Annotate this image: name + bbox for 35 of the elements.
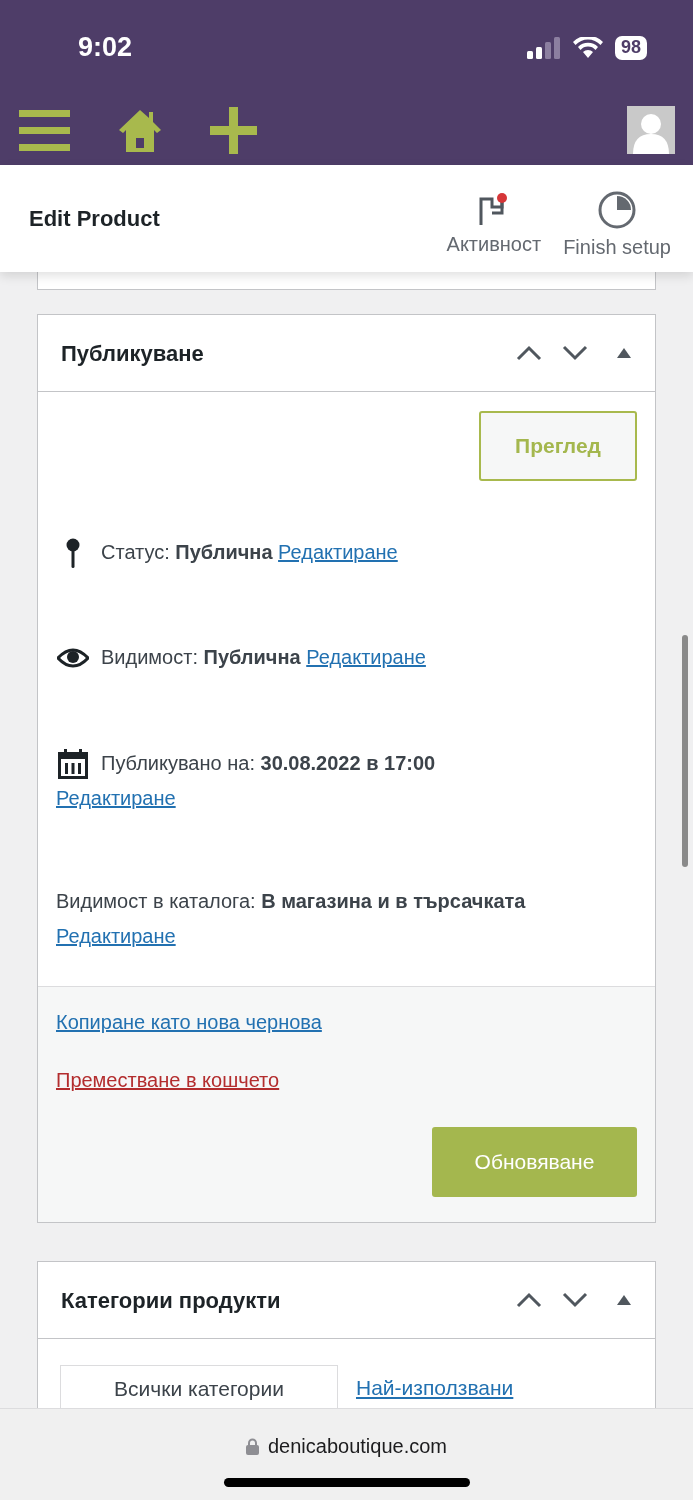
panel-title: Категории продукти: [61, 1286, 281, 1315]
clock-time: 9:02: [78, 31, 133, 65]
collapse-icon[interactable]: [617, 348, 631, 358]
wifi-icon: [572, 36, 603, 59]
collapse-icon[interactable]: [617, 1295, 631, 1305]
add-icon[interactable]: [210, 106, 257, 154]
catalog-text: Видимост в каталога: В магазина и в търсачката: [56, 890, 526, 912]
calendar-icon: [56, 749, 90, 779]
copy-draft-link[interactable]: Копиране като нова чернова: [56, 1007, 322, 1037]
status-text: Статус: Публична: [101, 541, 273, 563]
chevron-down-icon[interactable]: [562, 1292, 588, 1308]
edit-link[interactable]: Редактиране: [56, 925, 176, 947]
date-text: Публикувано на: 30.08.2022 в 17:00: [101, 752, 436, 774]
signal-icon: [526, 36, 561, 59]
panel-title: Публикуване: [61, 339, 204, 368]
chevron-down-icon[interactable]: [562, 345, 588, 361]
activity-button[interactable]: Активност: [446, 178, 542, 259]
edit-link[interactable]: Редактиране: [306, 646, 426, 668]
chevron-up-icon[interactable]: [516, 345, 542, 361]
flag-icon: [477, 192, 510, 227]
category-tab[interactable]: Най-използвани: [338, 1365, 532, 1408]
home-icon[interactable]: [119, 108, 161, 152]
battery-icon: 98: [614, 35, 647, 60]
page-title: Edit Product: [29, 205, 160, 233]
menu-icon[interactable]: [19, 107, 70, 153]
lock-icon: [246, 1437, 259, 1455]
url-text[interactable]: denicaboutique.com: [268, 1431, 447, 1461]
progress-icon: [597, 189, 638, 230]
visibility-text: Видимост: Публична: [101, 646, 301, 668]
category-tab[interactable]: Всички категории: [60, 1365, 338, 1408]
trash-link[interactable]: Преместване в кошчето: [56, 1065, 280, 1095]
edit-link[interactable]: Редактиране: [278, 541, 398, 563]
setup-button[interactable]: Finish setup: [563, 175, 671, 262]
edit-link[interactable]: Редактиране: [56, 781, 637, 816]
chevron-up-icon[interactable]: [516, 1292, 542, 1308]
